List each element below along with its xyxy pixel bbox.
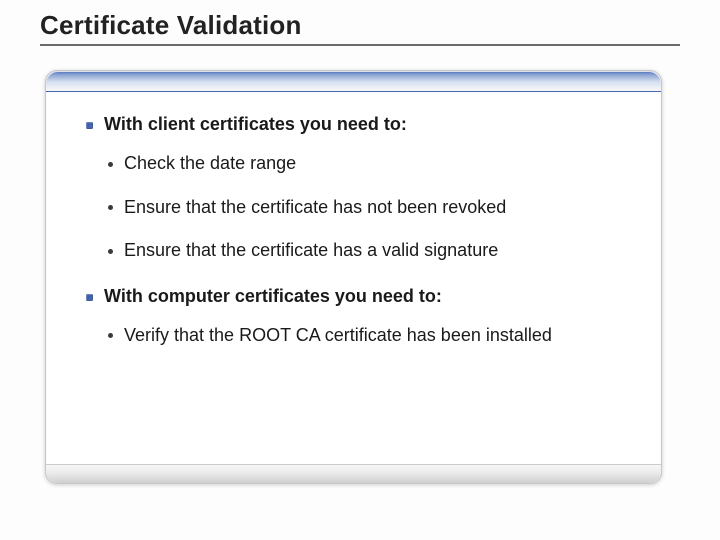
list-item: Check the date range	[108, 152, 621, 175]
content-panel: With client certificates you need to: Ch…	[45, 70, 662, 484]
section-heading: With client certificates you need to:	[86, 113, 621, 136]
panel-content: With client certificates you need to: Ch…	[86, 113, 621, 369]
panel-header-gloss	[46, 71, 661, 92]
slide: Certificate Validation With client certi…	[0, 0, 720, 540]
section-items: Check the date range Ensure that the cer…	[108, 152, 621, 262]
title-underline	[40, 44, 680, 46]
panel-footer-gloss	[46, 464, 661, 483]
list-item: Verify that the ROOT CA certificate has …	[108, 324, 621, 347]
slide-title: Certificate Validation	[40, 10, 302, 41]
list-item: Ensure that the certificate has not been…	[108, 196, 621, 219]
list-item: Ensure that the certificate has a valid …	[108, 239, 621, 262]
section-heading: With computer certificates you need to:	[86, 285, 621, 308]
section-items: Verify that the ROOT CA certificate has …	[108, 324, 621, 347]
